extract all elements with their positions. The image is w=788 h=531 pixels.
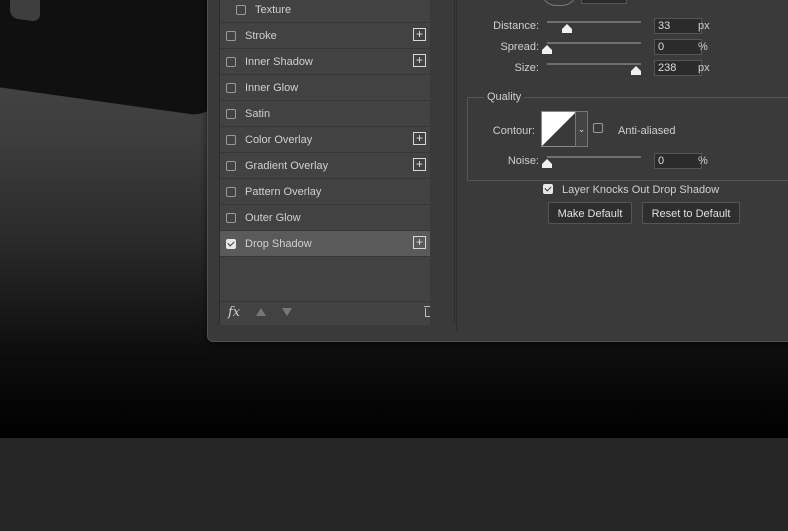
contour-preview[interactable] <box>541 111 577 147</box>
styles-list-panel: fx Texture Stroke + Inner Shadow + Inner Glow… <box>219 0 434 325</box>
distance-input[interactable]: 33 <box>654 18 702 34</box>
style-item-pattern-overlay[interactable]: Pattern Overlay <box>220 179 431 205</box>
style-item-outer-glow[interactable]: Outer Glow <box>220 205 431 231</box>
angle-input[interactable] <box>581 0 627 4</box>
style-item-label: Drop Shadow <box>245 237 312 250</box>
size-label: Size: <box>514 62 539 74</box>
size-input[interactable]: 238 <box>654 60 702 76</box>
texture-checkbox[interactable] <box>236 4 246 15</box>
anti-aliased-label: Anti-aliased <box>618 125 676 137</box>
satin-checkbox[interactable] <box>226 108 236 119</box>
style-item-label: Inner Shadow <box>245 55 313 68</box>
workspace-background <box>0 438 788 531</box>
noise-label: Noise: <box>507 155 539 167</box>
outer-glow-checkbox[interactable] <box>226 212 236 223</box>
style-item-drop-shadow[interactable]: Drop Shadow + <box>220 231 431 257</box>
fx-icon[interactable]: fx <box>228 305 240 320</box>
distance-slider-track[interactable] <box>547 21 641 23</box>
color-overlay-checkbox[interactable] <box>226 134 236 145</box>
spread-slider-thumb[interactable] <box>542 45 552 54</box>
style-item-stroke[interactable]: Stroke + <box>220 23 431 49</box>
style-item-label: Stroke <box>245 29 277 42</box>
quality-title: Quality <box>484 91 525 103</box>
move-down-icon[interactable] <box>282 308 292 316</box>
stroke-checkbox[interactable] <box>226 30 236 41</box>
style-item-color-overlay[interactable]: Color Overlay + <box>220 127 431 153</box>
quality-group <box>467 97 788 181</box>
distance-label: Distance: <box>493 20 539 32</box>
reset-to-default-button[interactable]: Reset to Default <box>642 202 740 224</box>
layer-knocks-out-checkbox[interactable] <box>543 184 553 194</box>
style-item-label: Texture <box>255 3 292 16</box>
style-item-label: Gradient Overlay <box>245 159 329 172</box>
contour-label: Contour: <box>492 125 535 137</box>
noise-slider-track[interactable] <box>547 156 641 158</box>
layer-style-dialog: fx Texture Stroke + Inner Shadow + Inner Glow… <box>207 0 788 342</box>
move-up-icon[interactable] <box>256 308 266 316</box>
style-item-label: Inner Glow <box>245 81 299 94</box>
style-item-gradient-overlay[interactable]: Gradient Overlay + <box>220 153 431 179</box>
style-item-label: Color Overlay <box>245 133 313 146</box>
chevron-down-icon[interactable]: ⌄ <box>575 111 588 147</box>
spread-input[interactable]: 0 <box>654 39 702 55</box>
style-item-label: Pattern Overlay <box>245 185 322 198</box>
pattern-overlay-checkbox[interactable] <box>226 186 236 197</box>
plus-icon[interactable]: + <box>413 158 426 171</box>
spread-slider-track[interactable] <box>547 42 641 44</box>
noise-unit: % <box>698 155 708 167</box>
angle-dial[interactable] <box>541 0 577 6</box>
size-slider-track[interactable] <box>547 63 641 65</box>
make-default-button[interactable]: Make Default <box>548 202 632 224</box>
inner-glow-checkbox[interactable] <box>226 82 236 93</box>
style-item-inner-shadow[interactable]: Inner Shadow + <box>220 49 431 75</box>
plus-icon[interactable]: + <box>413 132 426 145</box>
style-item-label: Satin <box>245 107 271 120</box>
plus-icon[interactable]: + <box>413 236 426 249</box>
styles-list-scroll-gutter <box>430 0 455 324</box>
drop-shadow-settings: Distance: 33 px Spread: 0 % Size: 238 px… <box>456 0 788 331</box>
plus-icon[interactable]: + <box>413 28 426 41</box>
plus-icon[interactable]: + <box>413 54 426 67</box>
gradient-overlay-checkbox[interactable] <box>226 160 236 171</box>
distance-slider-thumb[interactable] <box>561 24 572 33</box>
style-item-texture[interactable]: Texture <box>220 0 431 23</box>
drop-shadow-checkbox[interactable] <box>226 238 236 249</box>
anti-aliased-checkbox[interactable] <box>593 123 603 133</box>
styles-panel-footer: fx <box>220 301 434 325</box>
size-unit: px <box>698 62 710 74</box>
noise-slider-thumb[interactable] <box>542 159 552 168</box>
inner-shadow-checkbox[interactable] <box>226 56 236 67</box>
spread-unit: % <box>698 41 708 53</box>
spread-label: Spread: <box>500 41 539 53</box>
layer-knocks-out-label: Layer Knocks Out Drop Shadow <box>562 184 720 196</box>
style-item-satin[interactable]: Satin <box>220 101 431 127</box>
distance-unit: px <box>698 20 710 32</box>
size-slider-thumb[interactable] <box>631 66 642 75</box>
noise-input[interactable]: 0 <box>654 153 702 169</box>
style-item-inner-glow[interactable]: Inner Glow <box>220 75 431 101</box>
style-item-label: Outer Glow <box>245 211 301 224</box>
